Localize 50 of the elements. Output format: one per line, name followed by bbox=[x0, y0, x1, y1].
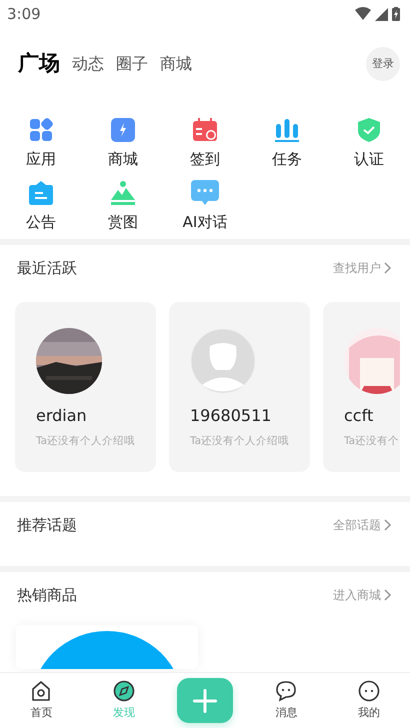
user-name: erdian bbox=[36, 404, 88, 426]
mountain-image-icon bbox=[111, 180, 135, 204]
user-bio: Ta还没有个 bbox=[344, 434, 400, 448]
face-icon bbox=[358, 680, 380, 702]
shortcut-label[interactable]: AI对话 bbox=[182, 210, 228, 233]
bar-chart-icon bbox=[275, 118, 299, 142]
user-name: ccft bbox=[344, 404, 374, 426]
user-card[interactable]: ccft Ta还没有个 bbox=[323, 302, 400, 472]
shortcut-label[interactable]: 赏图 bbox=[108, 210, 138, 233]
section-title: 热销商品 bbox=[17, 585, 77, 606]
nav-tab[interactable]: 我的 bbox=[328, 680, 410, 722]
user-card[interactable]: 19680511 Ta还没有个人介绍哦 bbox=[169, 302, 310, 472]
user-bio: Ta还没有个人介绍哦 bbox=[190, 434, 290, 448]
tab[interactable]: 动态 bbox=[72, 52, 104, 76]
grid-icon bbox=[29, 118, 53, 142]
home-icon bbox=[30, 680, 52, 702]
status-time: 3:09 bbox=[7, 4, 41, 25]
chevron-right-icon bbox=[384, 589, 392, 602]
calendar-icon bbox=[193, 118, 217, 142]
plus-icon bbox=[193, 688, 217, 712]
section-title: 推荐话题 bbox=[17, 514, 77, 536]
tab[interactable]: 商城 bbox=[160, 52, 192, 76]
battery-icon bbox=[392, 7, 400, 21]
user-name: 19680511 bbox=[190, 404, 272, 426]
shortcut-label[interactable]: 公告 bbox=[26, 210, 56, 233]
tab[interactable]: 圈子 bbox=[116, 52, 148, 76]
chat-icon bbox=[275, 680, 298, 702]
user-bio: Ta还没有个人介绍哦 bbox=[36, 434, 136, 448]
section-title: 最近活跃 bbox=[17, 258, 77, 279]
shield-check-icon bbox=[357, 118, 381, 142]
login-button[interactable]: 登录 bbox=[366, 47, 400, 81]
nav-tab[interactable]: 首页 bbox=[0, 680, 82, 722]
default-avatar-icon bbox=[190, 328, 256, 394]
shortcut-label[interactable]: 签到 bbox=[190, 148, 220, 170]
shortcut-label[interactable]: 任务 bbox=[272, 148, 302, 170]
lightning-icon bbox=[111, 118, 135, 142]
notice-board-icon bbox=[29, 180, 53, 204]
nav-tab[interactable]: 消息 bbox=[245, 680, 328, 722]
chat-bubble-icon bbox=[191, 180, 219, 205]
wifi-icon bbox=[355, 7, 371, 21]
add-button[interactable] bbox=[177, 678, 233, 723]
user-card[interactable]: erdian Ta还没有个人介绍哦 bbox=[15, 302, 156, 472]
signal-icon bbox=[375, 8, 388, 20]
shortcut-label[interactable]: 商城 bbox=[108, 148, 138, 170]
compass-icon bbox=[112, 680, 135, 702]
chevron-right-icon bbox=[384, 262, 392, 274]
chevron-right-icon bbox=[384, 518, 392, 531]
shortcut-label[interactable]: 应用 bbox=[26, 148, 56, 170]
tab[interactable]: 广场 bbox=[18, 48, 60, 80]
shortcut-label[interactable]: 认证 bbox=[354, 148, 384, 170]
